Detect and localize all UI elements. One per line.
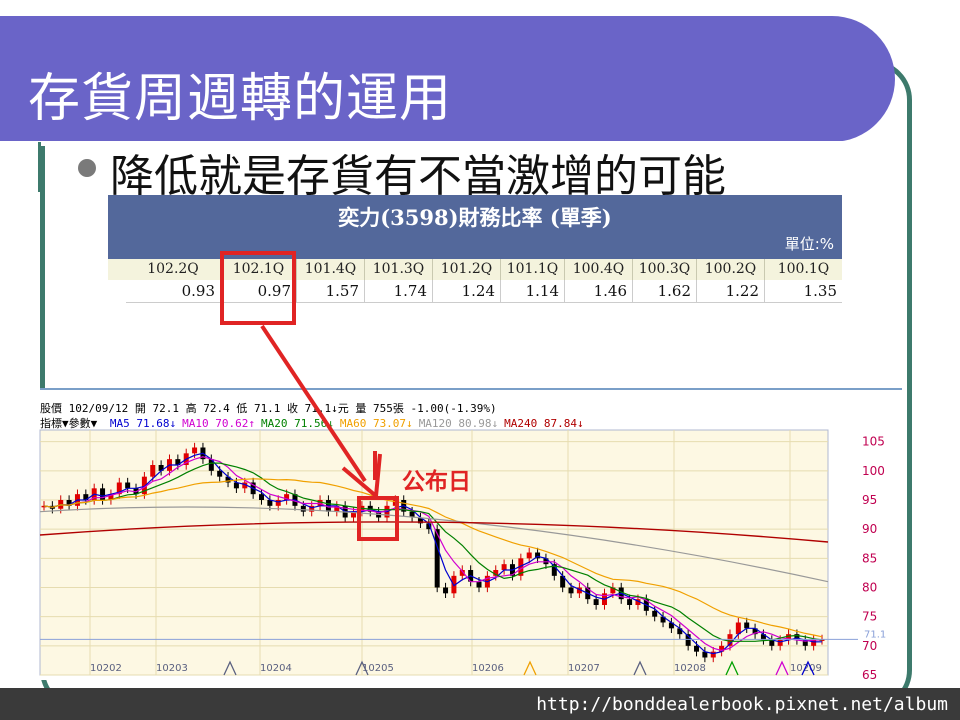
x-tick-label: 10206 xyxy=(472,663,504,674)
candle-body xyxy=(125,482,131,489)
candle-body xyxy=(593,599,599,605)
x-tick-label: 10209 xyxy=(790,663,822,674)
candle-body xyxy=(694,645,700,652)
y-tick-label: 75 xyxy=(862,610,877,624)
footer-url[interactable]: http://bonddealerbook.pixnet.net/album xyxy=(536,694,948,715)
candle-body xyxy=(501,564,507,570)
x-tick-label: 10204 xyxy=(260,663,292,674)
candle-body xyxy=(811,640,817,646)
y-tick-label: 90 xyxy=(862,522,877,536)
candle-body xyxy=(526,552,532,559)
y-tick-label: 100 xyxy=(862,464,885,478)
y-tick-label: 95 xyxy=(862,493,877,507)
candle-body xyxy=(192,447,198,454)
candle-body xyxy=(476,581,482,588)
candlestick-chart: 1051009590858075706510202 10203 10204 10205… xyxy=(39,324,902,682)
x-tick-label: 10207 xyxy=(568,663,600,674)
candle-body xyxy=(568,587,574,594)
y-tick-label: 70 xyxy=(862,639,877,653)
candle-body xyxy=(259,494,265,500)
y-tick-label: 105 xyxy=(862,435,885,449)
candle-body xyxy=(300,505,306,512)
x-tick-label: 10202 xyxy=(90,663,122,674)
announce-label: 公布日 xyxy=(402,469,471,495)
x-tick-label: 10208 xyxy=(674,663,706,674)
x-tick-label: 10203 xyxy=(156,663,188,674)
y-tick-label: 80 xyxy=(862,581,877,595)
current-price-label: 71.1 xyxy=(864,629,886,640)
candle-body xyxy=(627,599,633,605)
candle-body xyxy=(275,500,281,506)
y-tick-label: 65 xyxy=(862,668,877,682)
candle-body xyxy=(150,465,156,477)
candle-body xyxy=(217,470,223,477)
y-tick-label: 85 xyxy=(862,551,877,565)
candle-body xyxy=(652,610,658,617)
candle-body xyxy=(710,651,716,658)
candle-body xyxy=(777,640,783,646)
candle-body xyxy=(744,622,750,629)
footer-bar: http://bonddealerbook.pixnet.net/album xyxy=(0,688,960,720)
candle-body xyxy=(443,587,449,594)
